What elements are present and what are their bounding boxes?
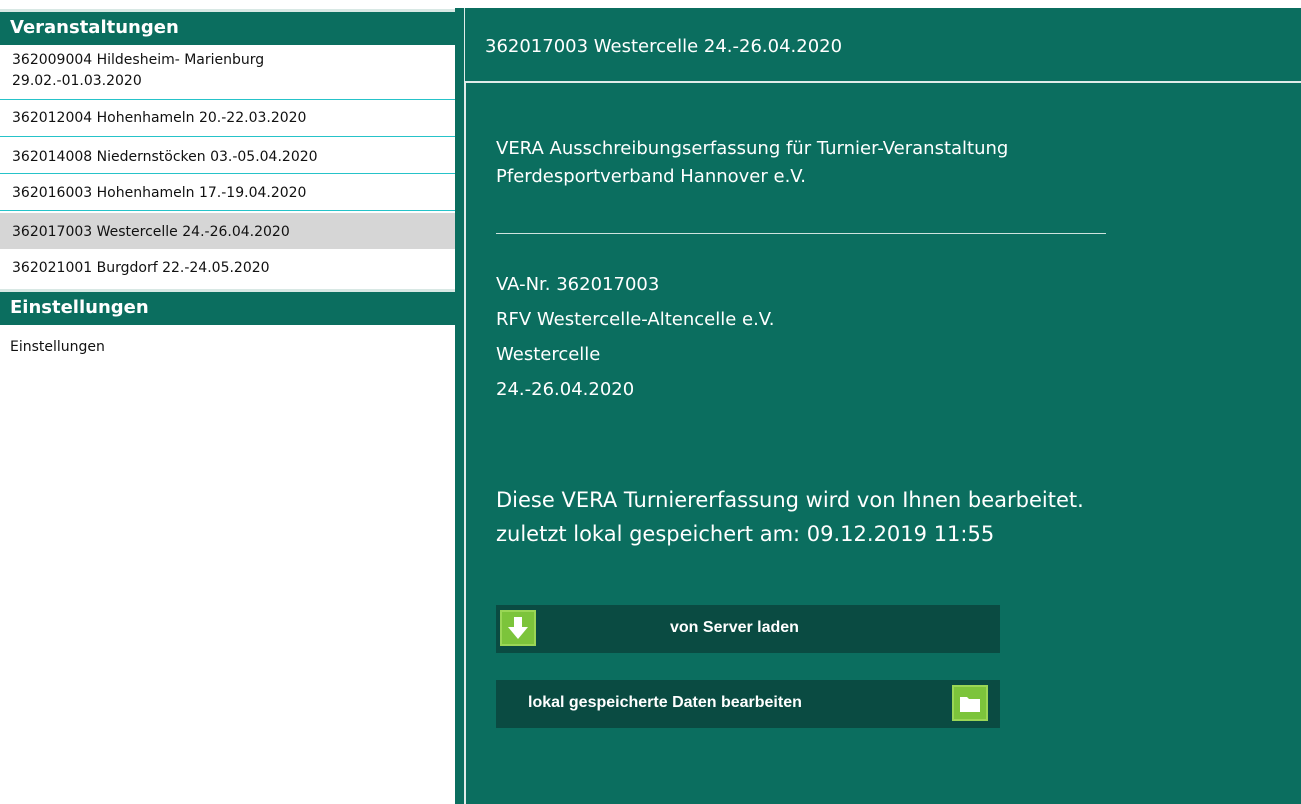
- content-frame: VERA Ausschreibungserfassung für Turnier…: [464, 81, 1301, 804]
- edit-local-data-label: lokal gespeicherte Daten bearbeiten: [528, 694, 802, 711]
- event-item-label: 362009004 Hildesheim- Marienburg: [12, 52, 265, 68]
- event-dates: 24.-26.04.2020: [496, 379, 635, 400]
- load-from-server-button[interactable]: von Server laden: [496, 605, 1000, 653]
- top-divider: [455, 0, 1301, 8]
- event-item[interactable]: 362016003 Hohenhameln 17.-19.04.2020: [0, 174, 455, 211]
- settings-item[interactable]: Einstellungen: [0, 339, 455, 355]
- va-number: VA-Nr. 362017003: [496, 274, 660, 295]
- sidebar: Veranstaltungen 362009004 Hildesheim- Ma…: [0, 0, 455, 804]
- event-item-label: 362012004 Hohenhameln 20.-22.03.2020: [12, 110, 307, 126]
- last-saved-text: zuletzt lokal gespeichert am: 09.12.2019…: [496, 522, 995, 546]
- page-title: 362017003 Westercelle 24.-26.04.2020: [485, 36, 843, 57]
- event-item-label: 362017003 Westercelle 24.-26.04.2020: [12, 224, 290, 240]
- download-arrow-icon: [500, 610, 536, 646]
- event-item-date: 29.02.-01.03.2020: [12, 73, 142, 89]
- event-item-label: 362021001 Burgdorf 22.-24.05.2020: [12, 260, 270, 276]
- divider: [496, 233, 1106, 234]
- main-panel: 362017003 Westercelle 24.-26.04.2020 VER…: [455, 0, 1301, 804]
- status-text: Diese VERA Turniererfassung wird von Ihn…: [496, 483, 1084, 551]
- event-item-label: 362016003 Hohenhameln 17.-19.04.2020: [12, 185, 307, 201]
- club-name: RFV Westercelle-Altencelle e.V.: [496, 309, 775, 330]
- folder-icon: [952, 685, 988, 721]
- veranstaltungen-header: Veranstaltungen: [0, 9, 455, 45]
- main-header: 362017003 Westercelle 24.-26.04.2020: [464, 8, 1301, 81]
- edit-local-data-button[interactable]: lokal gespeicherte Daten bearbeiten: [496, 680, 1000, 728]
- event-item[interactable]: 362009004 Hildesheim- Marienburg 29.02.-…: [0, 45, 455, 100]
- intro-text: VERA Ausschreibungserfassung für Turnier…: [496, 135, 1008, 191]
- intro-line-2: Pferdesportverband Hannover e.V.: [496, 166, 807, 187]
- status-line-1: Diese VERA Turniererfassung wird von Ihn…: [496, 488, 1084, 512]
- event-details: VA-Nr. 362017003 RFV Westercelle-Altence…: [496, 267, 775, 407]
- event-item-label: 362014008 Niedernstöcken 03.-05.04.2020: [12, 149, 318, 165]
- intro-line-1: VERA Ausschreibungserfassung für Turnier…: [496, 138, 1009, 159]
- event-item[interactable]: 362012004 Hohenhameln 20.-22.03.2020: [0, 100, 455, 137]
- einstellungen-header: Einstellungen: [0, 289, 455, 325]
- event-place: Westercelle: [496, 344, 601, 365]
- app-window: Veranstaltungen 362009004 Hildesheim- Ma…: [0, 0, 1301, 804]
- event-item-selected[interactable]: 362017003 Westercelle 24.-26.04.2020: [0, 213, 455, 249]
- event-item[interactable]: 362021001 Burgdorf 22.-24.05.2020: [0, 249, 455, 287]
- load-from-server-label: von Server laden: [670, 619, 799, 636]
- event-item[interactable]: 362014008 Niedernstöcken 03.-05.04.2020: [0, 137, 455, 174]
